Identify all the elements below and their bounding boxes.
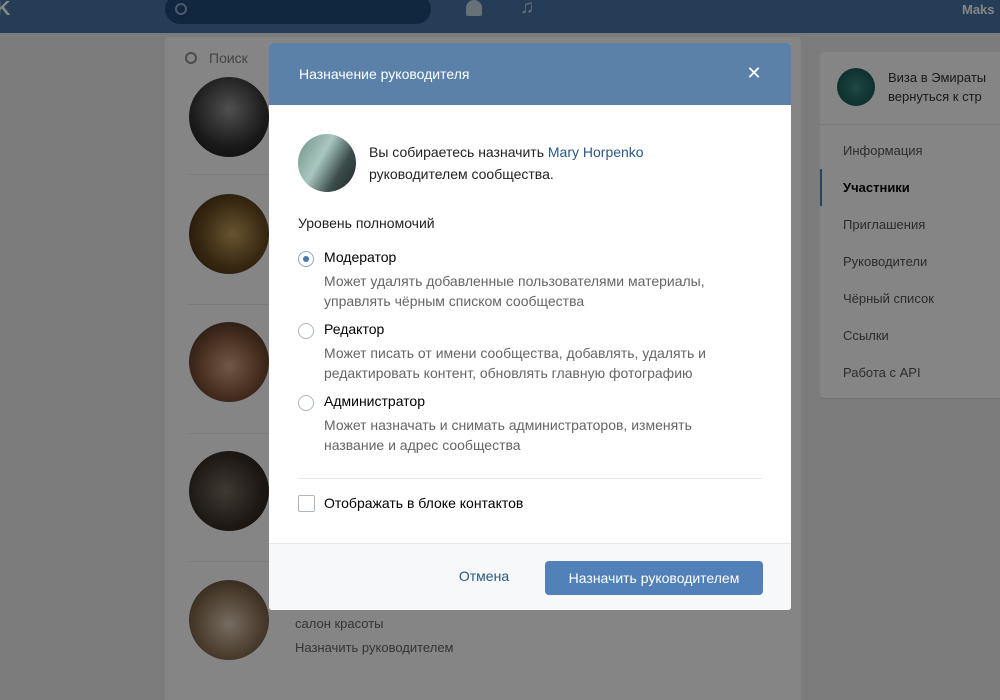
dialog-footer: Отмена Назначить руководителем — [269, 543, 791, 610]
radio-administrator[interactable] — [298, 395, 314, 411]
person-name-link[interactable]: Mary Horpenko — [548, 144, 644, 160]
person-avatar — [298, 134, 356, 192]
dialog-intro: Вы собираетесь назначить Mary Horpenko р… — [369, 141, 769, 185]
option-desc-editor: Может писать от имени сообщества, добавл… — [324, 345, 706, 381]
dialog-header: Назначение руководителя ✕ — [269, 43, 791, 105]
option-desc-moderator: Может удалять добавленные пользователями… — [324, 273, 705, 309]
intro-suffix: руководителем сообщества. — [369, 166, 554, 182]
radio-editor[interactable] — [298, 323, 314, 339]
contacts-checkbox[interactable] — [298, 495, 315, 512]
option-label-administrator[interactable]: Администратор — [324, 393, 425, 409]
cancel-button[interactable]: Отмена — [444, 568, 524, 584]
contacts-checkbox-label[interactable]: Отображать в блоке контактов — [324, 495, 523, 511]
assign-manager-button[interactable]: Назначить руководителем — [545, 561, 763, 595]
level-title: Уровень полномочий — [298, 215, 435, 231]
intro-prefix: Вы собираетесь назначить — [369, 144, 548, 160]
option-label-editor[interactable]: Редактор — [324, 321, 384, 337]
assign-manager-dialog: Назначение руководителя ✕ Вы собираетесь… — [269, 43, 791, 610]
dialog-title: Назначение руководителя — [299, 66, 470, 82]
option-label-moderator[interactable]: Модератор — [324, 249, 396, 265]
option-desc-administrator: Может назначать и снимать администраторо… — [324, 417, 692, 453]
radio-moderator[interactable] — [298, 251, 314, 267]
close-icon[interactable]: ✕ — [745, 64, 763, 82]
dialog-divider — [298, 478, 762, 479]
